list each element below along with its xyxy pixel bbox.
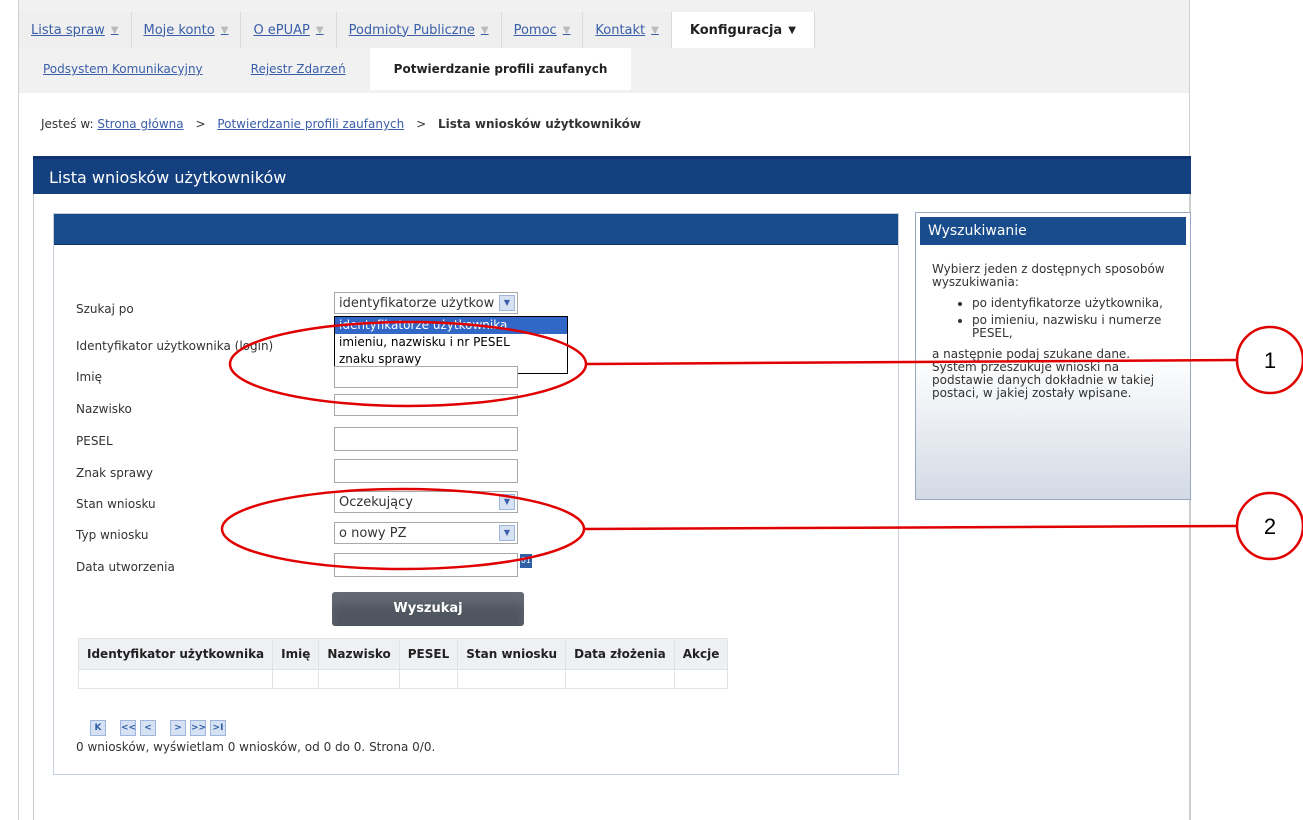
annotation-overlay: 1 2	[220, 320, 1303, 571]
annotation-ellipse-2	[220, 487, 586, 571]
annotation-number-2: 2	[1264, 514, 1276, 539]
annotation-line-1	[585, 358, 1237, 366]
annotation-line-2	[583, 524, 1237, 531]
annotation-number-1: 1	[1264, 348, 1276, 373]
annotation-ellipse-1	[228, 320, 588, 408]
